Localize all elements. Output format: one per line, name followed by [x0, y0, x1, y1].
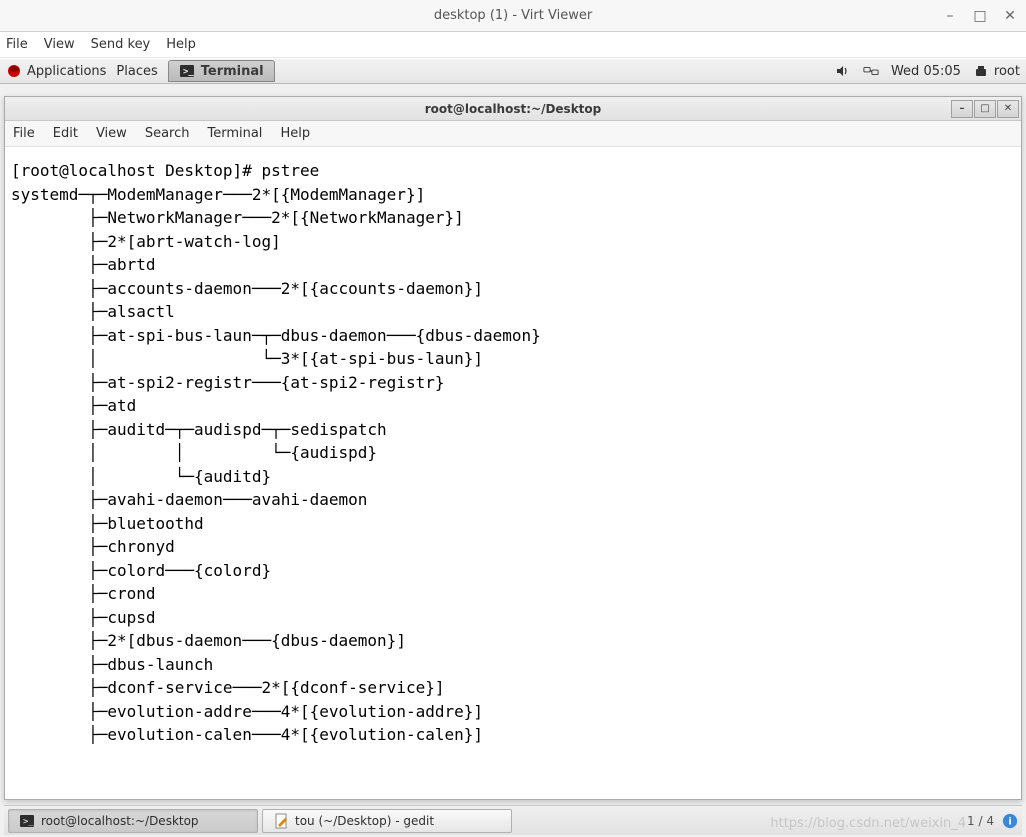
volume-icon[interactable]	[835, 63, 851, 79]
gedit-icon	[273, 813, 289, 829]
applications-menu[interactable]: Applications	[6, 63, 106, 79]
svg-text:>_: >_	[23, 817, 34, 827]
terminal-menu-edit[interactable]: Edit	[53, 126, 78, 141]
terminal-output: systemd─┬─ModemManager───2*[{ModemManage…	[11, 185, 541, 745]
terminal-title: root@localhost:~/Desktop	[425, 102, 602, 116]
terminal-icon: >_	[179, 63, 195, 79]
terminal-titlebar[interactable]: root@localhost:~/Desktop – □ ✕	[5, 97, 1021, 121]
taskbar-item-label: tou (~/Desktop) - gedit	[295, 814, 434, 828]
places-menu[interactable]: Places	[116, 64, 157, 79]
terminal-menubar: File Edit View Search Terminal Help	[5, 121, 1021, 147]
virt-titlebar: desktop (1) - Virt Viewer – □ ✕	[0, 0, 1026, 32]
panel-active-task-label: Terminal	[201, 64, 264, 79]
panel-active-task[interactable]: >_ Terminal	[168, 60, 275, 82]
notification-icon[interactable]: i	[1002, 813, 1018, 829]
power-icon	[973, 63, 989, 79]
virt-menu-help[interactable]: Help	[166, 37, 196, 52]
svg-text:i: i	[1008, 816, 1011, 827]
terminal-menu-terminal[interactable]: Terminal	[207, 126, 262, 141]
maximize-icon[interactable]: □	[972, 8, 988, 24]
user-label: root	[994, 64, 1020, 79]
terminal-maximize-button[interactable]: □	[974, 100, 996, 118]
redhat-icon	[6, 63, 22, 79]
virt-menubar: File View Send key Help	[0, 32, 1026, 58]
taskbar-item-terminal[interactable]: >_ root@localhost:~/Desktop	[8, 809, 258, 833]
terminal-menu-view[interactable]: View	[96, 126, 127, 141]
terminal-window: root@localhost:~/Desktop – □ ✕ File Edit…	[4, 96, 1022, 800]
virt-menu-view[interactable]: View	[44, 37, 75, 52]
terminal-window-controls: – □ ✕	[951, 100, 1019, 118]
taskbar-right: 1 / 4 i	[967, 813, 1018, 829]
taskbar-item-gedit[interactable]: tou (~/Desktop) - gedit	[262, 809, 512, 833]
taskbar-item-label: root@localhost:~/Desktop	[41, 814, 199, 828]
terminal-minimize-button[interactable]: –	[951, 100, 973, 118]
svg-text:>_: >_	[183, 67, 194, 77]
user-menu[interactable]: root	[973, 63, 1020, 79]
terminal-prompt: [root@localhost Desktop]#	[11, 161, 261, 180]
gnome-top-panel: Applications Places >_ Terminal Wed 05:0…	[0, 58, 1026, 84]
close-icon[interactable]: ✕	[1002, 8, 1018, 24]
minimize-icon[interactable]: –	[942, 8, 958, 24]
terminal-body[interactable]: [root@localhost Desktop]# pstree systemd…	[5, 147, 1021, 799]
virt-window-title: desktop (1) - Virt Viewer	[434, 8, 592, 23]
applications-label: Applications	[27, 64, 106, 79]
terminal-icon: >_	[19, 813, 35, 829]
clock[interactable]: Wed 05:05	[891, 64, 961, 79]
terminal-command: pstree	[261, 161, 319, 180]
virt-window-controls: – □ ✕	[942, 8, 1018, 24]
terminal-close-button[interactable]: ✕	[997, 100, 1019, 118]
workspace-indicator[interactable]: 1 / 4	[967, 814, 994, 828]
terminal-menu-search[interactable]: Search	[145, 126, 190, 141]
virt-menu-file[interactable]: File	[6, 37, 28, 52]
network-icon[interactable]	[863, 63, 879, 79]
gnome-bottom-taskbar: >_ root@localhost:~/Desktop tou (~/Deskt…	[4, 805, 1022, 835]
places-label: Places	[116, 64, 157, 79]
terminal-menu-help[interactable]: Help	[280, 126, 310, 141]
terminal-menu-file[interactable]: File	[13, 126, 35, 141]
virt-menu-sendkey[interactable]: Send key	[91, 37, 151, 52]
